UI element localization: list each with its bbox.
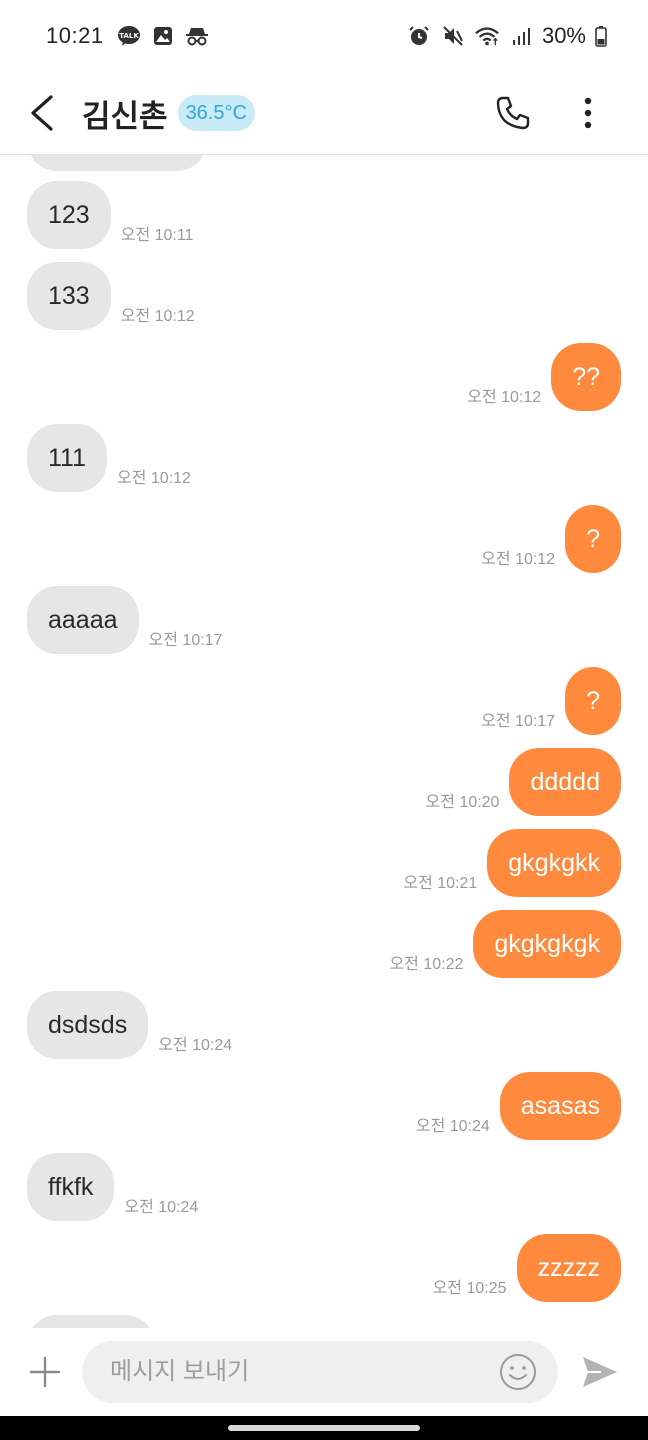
mute-icon [440,23,466,49]
kakaotalk-icon: TALK [116,23,142,49]
message-time: 오전 10:11 [120,227,194,244]
send-icon [583,1357,617,1387]
plus-icon [29,1356,61,1388]
message-time: 오전 10:22 [389,956,464,973]
message-item[interactable]: 111 오전 10:12 [27,424,201,492]
contact-name[interactable]: 김신촌 [82,91,168,136]
phone-icon [496,96,530,130]
message-bubble: 123 [27,181,111,249]
message-time: 오전 10:20 [425,794,500,811]
chevron-left-icon [31,95,53,131]
message-time: 오전 10:12 [467,389,542,406]
message-bubble: zzzzz [516,1234,621,1302]
message-item[interactable]: ? 오전 10:17 [471,667,621,735]
more-vertical-icon [584,97,592,129]
message-item[interactable]: ddddd 오전 10:20 [416,748,621,816]
message-item[interactable]: ffkfk 오전 10:24 [27,1153,208,1221]
status-time: 10:21 [46,23,104,48]
battery-icon [594,23,608,49]
chat-header: 김신촌 36.5°C [0,72,648,154]
message-item[interactable]: gkgkgkk 오전 10:21 [393,829,621,897]
wifi-icon [474,23,500,49]
status-left: 10:21 TALK [46,23,210,49]
incognito-icon [184,23,210,49]
message-bubble: ? [565,505,621,573]
status-right: 30% [406,23,608,49]
message-time: 오전 10:24 [415,1118,490,1135]
message-bubble: ? [565,667,621,735]
more-options-button[interactable] [568,90,608,136]
message-time: 오전 10:12 [481,551,556,568]
message-bubble: ?? [551,343,621,411]
svg-text:TALK: TALK [119,32,139,40]
alarm-icon [406,23,432,49]
message-bubble [27,155,207,171]
message-partial-top [27,155,207,171]
message-partial-bottom [27,1315,155,1328]
system-nav-bar [0,1416,648,1440]
smiley-icon [500,1354,536,1390]
attach-button[interactable] [28,1355,62,1389]
message-input[interactable] [110,1358,498,1386]
message-item[interactable]: gkgkgkgk 오전 10:22 [379,910,621,978]
message-time: 오전 10:17 [148,632,223,649]
message-bubble: asasas [499,1072,621,1140]
message-time: 오전 10:12 [120,308,195,325]
message-bubble: ffkfk [27,1153,115,1221]
signal-icon [508,23,534,49]
back-button[interactable] [22,93,62,133]
message-item[interactable]: 133 오전 10:12 [27,262,205,330]
message-time: 오전 10:21 [403,875,478,892]
message-bubble: gkgkgkk [487,829,621,897]
home-indicator[interactable] [228,1425,420,1431]
message-bubble: gkgkgkgk [473,910,621,978]
message-item[interactable]: ? 오전 10:12 [471,505,621,573]
message-time: 오전 10:24 [158,1037,233,1054]
message-bubble [27,1315,155,1328]
send-button[interactable] [580,1352,620,1392]
message-bubble: 111 [27,424,108,492]
message-item[interactable]: asasas 오전 10:24 [406,1072,621,1140]
message-bubble: ddddd [509,748,621,816]
message-time: 오전 10:24 [124,1199,199,1216]
call-button[interactable] [490,90,536,136]
chat-screen: 10:21 TALK 30% 김신촌 36.5°C 123 오전 10:11 1… [0,0,648,1440]
message-item[interactable]: 123 오전 10:11 [27,181,203,249]
message-item[interactable]: ?? 오전 10:12 [457,343,621,411]
message-input-wrapper [82,1341,558,1403]
message-bubble: dsdsds [27,991,149,1059]
message-time: 오전 10:17 [481,713,556,730]
gallery-icon [150,23,176,49]
message-list[interactable]: 123 오전 10:11 133 오전 10:12 ?? 오전 10:12 11… [0,155,648,1328]
message-item[interactable]: dsdsds 오전 10:24 [27,991,242,1059]
message-bubble: aaaaa [27,586,139,654]
message-time: 오전 10:12 [117,470,191,487]
manner-temperature-badge: 36.5°C [177,95,255,131]
message-item[interactable]: zzzzz 오전 10:25 [423,1234,621,1302]
message-time: 오전 10:25 [432,1280,507,1297]
message-item[interactable]: aaaaa 오전 10:17 [27,586,232,654]
message-input-bar [0,1328,648,1416]
battery-percent: 30% [541,23,586,48]
status-bar: 10:21 TALK 30% [0,0,648,72]
message-bubble: 133 [27,262,111,330]
emoji-button[interactable] [498,1352,538,1392]
